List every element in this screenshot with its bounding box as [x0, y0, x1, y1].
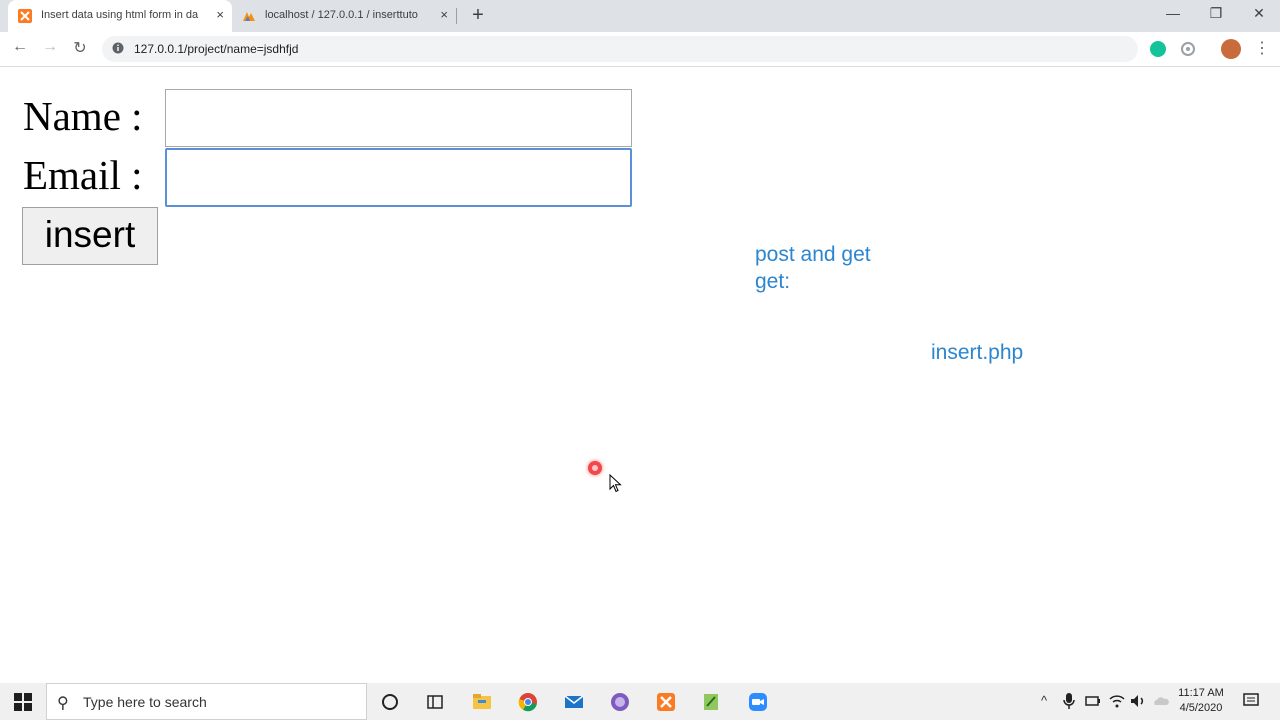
- name-label: Name :: [23, 93, 143, 139]
- insert-php-text: insert.php: [931, 341, 1024, 364]
- cortana-icon[interactable]: [379, 691, 401, 713]
- taskbar-search-box[interactable]: ⚲ Type here to search: [46, 683, 367, 720]
- mouse-cursor-icon: [609, 474, 622, 493]
- tab-title: Insert data using html form in da: [41, 9, 199, 21]
- xampp-favicon-icon: [18, 9, 32, 23]
- battery-icon[interactable]: [1084, 692, 1102, 710]
- close-window-button[interactable]: ✕: [1239, 5, 1279, 22]
- tab-insert-data[interactable]: Insert data using html form in da ×: [8, 0, 232, 32]
- new-tab-button[interactable]: +: [468, 4, 488, 27]
- browser-icon[interactable]: [609, 691, 631, 713]
- windows-taskbar: ⚲ Type here to search ^ 11:17 AM 4/5/202…: [0, 683, 1280, 720]
- xampp-icon[interactable]: [655, 691, 677, 713]
- url-text[interactable]: 127.0.0.1/project/name=jsdhfjd: [134, 42, 298, 56]
- address-bar[interactable]: 127.0.0.1/project/name=jsdhfjd: [102, 36, 1138, 62]
- wifi-icon[interactable]: [1108, 692, 1126, 710]
- microphone-icon[interactable]: [1062, 692, 1076, 710]
- email-input[interactable]: [165, 148, 632, 207]
- restore-button[interactable]: ❐: [1196, 5, 1236, 22]
- task-view-icon[interactable]: [424, 691, 446, 713]
- tab-title: localhost / 127.0.0.1 / inserttuto: [265, 9, 418, 21]
- search-placeholder: Type here to search: [83, 694, 207, 710]
- clock-date: 4/5/2020: [1179, 702, 1223, 714]
- volume-icon[interactable]: [1129, 692, 1147, 710]
- browser-menu-icon[interactable]: ⋮: [1254, 38, 1270, 58]
- extension-icon[interactable]: [1180, 41, 1196, 57]
- info-icon[interactable]: [112, 42, 124, 54]
- clock-time: 11:17 AM: [1178, 687, 1224, 699]
- insert-button[interactable]: insert: [22, 207, 158, 265]
- tab-strip: Insert data using html form in da × loca…: [0, 0, 1280, 32]
- profile-avatar[interactable]: [1221, 39, 1241, 59]
- tab-close-icon[interactable]: ×: [440, 7, 448, 22]
- onedrive-icon[interactable]: [1152, 692, 1170, 710]
- phpmyadmin-favicon-icon: [243, 12, 255, 21]
- forward-button[interactable]: →: [40, 38, 60, 56]
- notepad-icon[interactable]: [700, 691, 722, 713]
- tab-separator: [456, 8, 457, 24]
- show-hidden-icons-icon[interactable]: ^: [1041, 693, 1047, 708]
- email-label: Email :: [23, 152, 143, 198]
- notification-center-icon[interactable]: [1242, 691, 1260, 709]
- mail-icon[interactable]: [563, 691, 585, 713]
- recording-indicator-icon: [588, 461, 602, 475]
- back-button[interactable]: ←: [10, 38, 30, 56]
- zoom-icon[interactable]: [747, 691, 769, 713]
- minimize-button[interactable]: —: [1153, 5, 1193, 21]
- windows-start-icon[interactable]: [14, 693, 32, 711]
- tab-phpmyadmin[interactable]: localhost / 127.0.0.1 / inserttuto ×: [232, 0, 456, 32]
- output-text-line1: post and get: [755, 243, 871, 266]
- name-input[interactable]: [165, 89, 632, 147]
- reload-button[interactable]: ↻: [70, 38, 90, 58]
- output-text-line2: get:: [755, 270, 791, 293]
- file-explorer-icon[interactable]: [471, 691, 493, 713]
- tab-close-icon[interactable]: ×: [216, 7, 224, 22]
- grammarly-extension-icon[interactable]: [1150, 41, 1166, 57]
- chrome-icon[interactable]: [517, 691, 539, 713]
- system-clock[interactable]: 11:17 AM 4/5/2020: [1170, 686, 1232, 716]
- search-icon: ⚲: [57, 695, 69, 712]
- browser-toolbar: ← → ↻ 127.0.0.1/project/name=jsdhfjd ⋮: [0, 32, 1280, 67]
